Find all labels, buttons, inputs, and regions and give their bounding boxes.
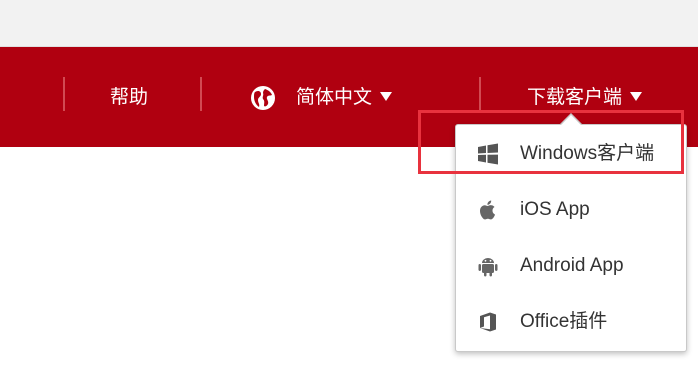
menu-item-label: Android App (520, 255, 624, 276)
android-icon (478, 258, 498, 277)
menu-item-office-plugin[interactable]: Office插件 (456, 294, 686, 350)
download-client-label: 下载客户端 (527, 87, 623, 108)
apple-icon (480, 200, 496, 220)
highlight-box (418, 110, 684, 174)
nav-divider (63, 77, 65, 111)
office-icon (480, 312, 496, 332)
globe-icon (251, 86, 275, 110)
nav-divider (479, 77, 481, 111)
caret-down-icon (380, 91, 393, 101)
menu-item-android-app[interactable]: Android App (456, 238, 686, 294)
nav-divider (200, 77, 202, 111)
help-link[interactable]: 帮助 (110, 86, 148, 110)
menu-item-label: iOS App (520, 199, 590, 220)
language-label: 简体中文 (296, 87, 373, 108)
language-selector[interactable]: 简体中文 (296, 86, 393, 110)
download-client-menu[interactable]: 下载客户端 (527, 86, 643, 110)
menu-item-label: Office插件 (520, 311, 608, 332)
browser-top-bar (0, 0, 698, 47)
caret-down-icon (630, 91, 643, 101)
menu-item-ios-app[interactable]: iOS App (456, 182, 686, 238)
